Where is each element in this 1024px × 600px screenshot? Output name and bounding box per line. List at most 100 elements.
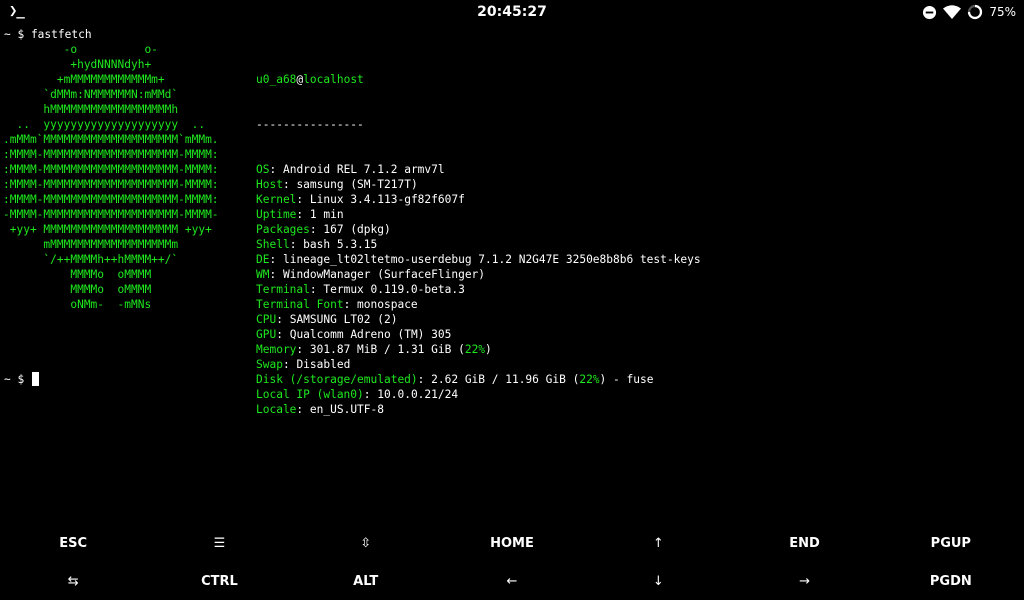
info-value-tail: ) - fuse <box>599 373 654 386</box>
logo-line: mMMMMMMMMMMMMMMMMMMm <box>3 238 179 251</box>
info-key: CPU <box>256 313 277 326</box>
prompt-text: ~ $ <box>4 373 31 386</box>
info-value: en_US.UTF-8 <box>309 403 384 416</box>
info-key: Uptime <box>256 208 297 221</box>
key-menu[interactable]: ☰ <box>146 524 292 562</box>
extra-keys-row-1: ESC ☰ ⇳ HOME ↑ END PGUP <box>0 524 1024 562</box>
logo-line: .. yyyyyyyyyyyyyyyyyyyy .. <box>3 118 206 131</box>
info-separator: ---------------- <box>256 118 364 131</box>
info-value: 301.87 MiB / 1.31 GiB ( <box>309 343 465 356</box>
logo-line: MMMMo oMMMM <box>3 268 152 281</box>
info-value: Termux 0.119.0-beta.3 <box>323 283 465 296</box>
usage-percent: 22% <box>579 373 600 386</box>
info-value: monospace <box>357 298 418 311</box>
info-value: 1 min <box>309 208 344 221</box>
logo-line: `/++MMMMh++hMMMM++/` <box>3 253 179 266</box>
info-key: Disk (/storage/emulated) <box>256 373 418 386</box>
info-key: GPU <box>256 328 277 341</box>
logo-line: -MMMM-MMMMMMMMMMMMMMMMMMMM-MMMM- <box>3 208 219 221</box>
info-row: Host: samsung (SM-T217T) <box>256 178 418 191</box>
info-value: 167 (dpkg) <box>323 223 391 236</box>
info-row: WM: WindowManager (SurfaceFlinger) <box>256 268 486 281</box>
info-row: OS: Android REL 7.1.2 armv7l <box>256 163 445 176</box>
logo-line: :MMMM-MMMMMMMMMMMMMMMMMMMM-MMMM: <box>3 178 219 191</box>
info-value: bash 5.3.15 <box>303 238 378 251</box>
key-up[interactable]: ↑ <box>585 524 731 562</box>
active-prompt-line[interactable]: ~ $ <box>4 372 39 387</box>
info-row: CPU: SAMSUNG LT02 (2) <box>256 313 398 326</box>
key-home[interactable]: HOME <box>439 524 585 562</box>
info-key: Memory <box>256 343 297 356</box>
key-down[interactable]: ↓ <box>585 562 731 600</box>
info-row: Swap: Disabled <box>256 358 351 371</box>
info-value: lineage_lt02ltetmo-userdebug 7.1.2 N2G47… <box>282 253 701 266</box>
key-pgdn[interactable]: PGDN <box>878 562 1024 600</box>
info-row: Kernel: Linux 3.4.113-gf82f607f <box>256 193 465 206</box>
text-cursor <box>31 372 39 386</box>
info-key: Locale <box>256 403 297 416</box>
info-key: OS <box>256 163 270 176</box>
info-key: Local IP (wlan0) <box>256 388 364 401</box>
info-key: Kernel <box>256 193 297 206</box>
key-right[interactable]: → <box>731 562 877 600</box>
key-alt[interactable]: ALT <box>293 562 439 600</box>
key-left[interactable]: ← <box>439 562 585 600</box>
key-end[interactable]: END <box>731 524 877 562</box>
logo-line: MMMMo oMMMM <box>3 283 152 296</box>
info-value: WindowManager (SurfaceFlinger) <box>282 268 486 281</box>
info-key: Swap <box>256 358 283 371</box>
username: u0_a68 <box>256 73 297 86</box>
info-value: Disabled <box>296 358 351 371</box>
info-value: SAMSUNG LT02 (2) <box>289 313 398 326</box>
logo-line: :MMMM-MMMMMMMMMMMMMMMMMMMM-MMMM: <box>3 163 219 176</box>
system-info: u0_a68@localhost ---------------- OS: An… <box>256 42 701 417</box>
usage-percent: 22% <box>464 343 486 356</box>
logo-line: -o o- <box>3 43 158 56</box>
info-key: Packages <box>256 223 310 236</box>
hostname: localhost <box>303 73 364 86</box>
user-host-line: u0_a68@localhost <box>256 72 701 87</box>
logo-line: :MMMM-MMMMMMMMMMMMMMMMMMMM-MMMM: <box>3 193 219 206</box>
info-value: 10.0.0.21/24 <box>377 388 459 401</box>
info-row: Local IP (wlan0): 10.0.0.21/24 <box>256 388 459 401</box>
command-line: ~ $ fastfetch <box>4 28 92 41</box>
info-row: GPU: Qualcomm Adreno (TM) 305 <box>256 328 452 341</box>
info-value: Qualcomm Adreno (TM) 305 <box>289 328 452 341</box>
info-key: WM <box>256 268 270 281</box>
info-value: Android REL 7.1.2 armv7l <box>282 163 445 176</box>
logo-line: +yy+ MMMMMMMMMMMMMMMMMMMM +yy+ <box>3 223 212 236</box>
info-key: Host <box>256 178 283 191</box>
logo-line: +hydNNNNdyh+ <box>3 58 152 71</box>
extra-keys-row-2: ⇆ CTRL ALT ← ↓ → PGDN <box>0 562 1024 600</box>
key-tab[interactable]: ⇆ <box>0 562 146 600</box>
info-key: Terminal <box>256 283 310 296</box>
info-value-tail: ) <box>485 343 492 356</box>
info-value: 2.62 GiB / 11.96 GiB ( <box>431 373 580 386</box>
info-value: samsung (SM-T217T) <box>296 178 418 191</box>
distro-logo: -o o- +hydNNNNdyh+ +mMMMMMMMMMMMMm+ `dMM… <box>3 42 219 312</box>
logo-line: :MMMM-MMMMMMMMMMMMMMMMMMMM-MMMM: <box>3 148 219 161</box>
info-value: Linux 3.4.113-gf82f607f <box>309 193 465 206</box>
logo-line: `dMMm:NMMMMMMN:mMMd` <box>3 88 179 101</box>
info-row: DE: lineage_lt02ltetmo-userdebug 7.1.2 N… <box>256 253 701 266</box>
key-pgup[interactable]: PGUP <box>878 524 1024 562</box>
info-row: Terminal Font: monospace <box>256 298 418 311</box>
extra-keys-bar: ESC ☰ ⇳ HOME ↑ END PGUP ⇆ CTRL ALT ← ↓ → PGDN <box>0 524 1024 600</box>
logo-line: .mMMm`MMMMMMMMMMMMMMMMMMMM`mMMm. <box>3 133 219 146</box>
info-key: Shell <box>256 238 290 251</box>
logo-line: hMMMMMMMMMMMMMMMMMMh <box>3 103 179 116</box>
key-shift[interactable]: ⇳ <box>293 524 439 562</box>
logo-line: +mMMMMMMMMMMMMm+ <box>3 73 165 86</box>
info-row: Packages: 167 (dpkg) <box>256 223 391 236</box>
key-ctrl[interactable]: CTRL <box>146 562 292 600</box>
info-row: Shell: bash 5.3.15 <box>256 238 378 251</box>
info-row: Locale: en_US.UTF-8 <box>256 403 384 416</box>
terminal-output[interactable]: ~ $ fastfetch -o o- +hydNNNNdyh+ +mMMMMM… <box>0 0 1024 525</box>
info-key: Terminal Font <box>256 298 344 311</box>
logo-line: oNMm- -mMNs <box>3 298 152 311</box>
info-row: Terminal: Termux 0.119.0-beta.3 <box>256 283 465 296</box>
info-row: Uptime: 1 min <box>256 208 344 221</box>
info-row: Memory: 301.87 MiB / 1.31 GiB (22%) <box>256 343 492 356</box>
key-esc[interactable]: ESC <box>0 524 146 562</box>
info-key: DE <box>256 253 270 266</box>
